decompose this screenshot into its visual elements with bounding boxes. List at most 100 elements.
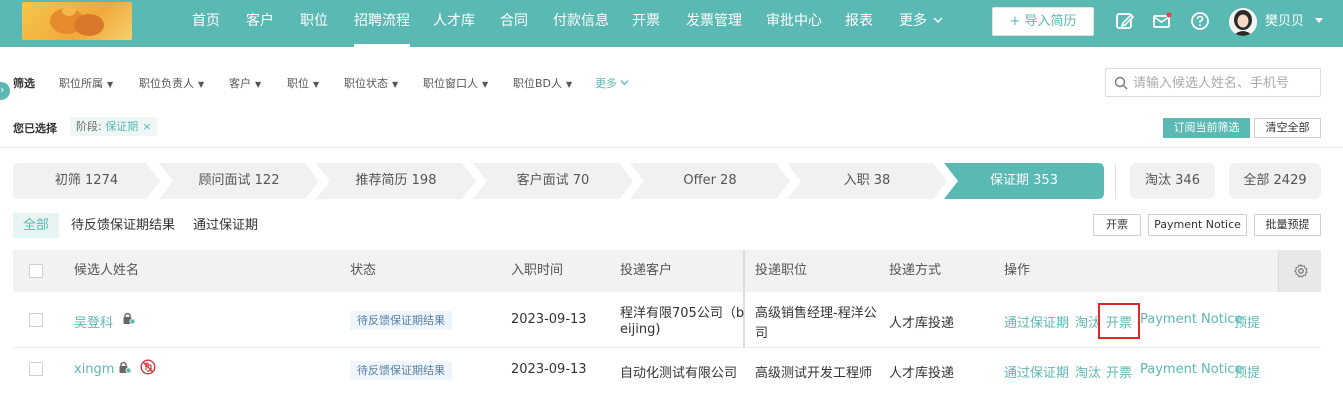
filter-position-status[interactable]: 职位状态 ▼ <box>344 75 398 91</box>
chevron-down-icon <box>620 80 629 86</box>
selected-filter-chip: 阶段: 保证期 × <box>70 117 158 136</box>
search-input[interactable] <box>1133 74 1313 92</box>
candidate-name-link[interactable]: 吴登科 <box>74 312 113 331</box>
nav-reports[interactable]: 报表 <box>845 0 873 47</box>
lock-icon <box>119 361 132 374</box>
filter-label: 职位所属 <box>59 77 103 90</box>
tab-pending-feedback[interactable]: 待反馈保证期结果 <box>71 213 175 238</box>
import-resume-button[interactable]: + 导入简历 <box>992 7 1094 36</box>
edit-icon[interactable] <box>1115 11 1135 31</box>
nav-recruit-flow[interactable]: 招聘流程 <box>354 0 410 47</box>
nav-customers[interactable]: 客户 <box>246 0 274 47</box>
nav-home[interactable]: 首页 <box>192 0 220 47</box>
stage-recommend-resume[interactable]: 推荐简历 198 <box>316 163 476 199</box>
caret-down-icon: ▼ <box>255 80 262 89</box>
no-touch-icon <box>140 359 156 375</box>
close-icon[interactable]: × <box>142 120 151 133</box>
col-actions: 操作 <box>1004 263 1031 278</box>
avatar[interactable] <box>1229 8 1257 36</box>
accrual-link[interactable]: 预提 <box>1234 362 1260 381</box>
accrual-link[interactable]: 预提 <box>1234 312 1260 331</box>
candidate-search[interactable] <box>1105 68 1321 97</box>
subscribe-filter-button[interactable]: 订阅当前筛选 <box>1163 118 1250 138</box>
column-resize-handle[interactable] <box>743 250 745 347</box>
col-position: 投递职位 <box>755 263 808 278</box>
batch-accrual-button[interactable]: 批量预提 <box>1254 214 1321 236</box>
row-checkbox[interactable] <box>29 362 43 376</box>
tab-all[interactable]: 全部 <box>13 213 60 238</box>
filter-more-label: 更多 <box>595 77 617 90</box>
help-icon[interactable] <box>1190 11 1210 31</box>
payment-notice-link[interactable]: Payment Notice <box>1140 312 1243 327</box>
delivery-method: 人才库投递 <box>889 366 955 381</box>
delivery-method: 人才库投递 <box>889 316 955 331</box>
stage-onboard[interactable]: 入职 38 <box>787 163 947 199</box>
payment-notice-button[interactable]: Payment Notice <box>1148 214 1247 236</box>
brand-logo[interactable] <box>22 2 132 40</box>
nav-positions[interactable]: 职位 <box>300 0 328 47</box>
stage-screening[interactable]: 初筛 1274 <box>13 163 160 199</box>
stage-label: 客户面试 70 <box>516 173 590 188</box>
stage-all[interactable]: 全部 2429 <box>1229 163 1321 199</box>
chevron-down-icon <box>933 17 943 23</box>
client-name: 自动化测试有限公司 <box>620 366 738 381</box>
col-method: 投递方式 <box>889 263 942 278</box>
filter-label: 职位BD人 <box>513 77 563 90</box>
nav-invoice-management[interactable]: 发票管理 <box>686 0 742 47</box>
user-menu[interactable]: 樊贝贝 <box>1265 0 1324 43</box>
filter-more[interactable]: 更多 <box>595 75 629 91</box>
col-status: 状态 <box>350 263 377 278</box>
filter-label: 职位 <box>287 77 309 90</box>
stage-consultant-interview[interactable]: 顾问面试 122 <box>159 163 319 199</box>
nav-more[interactable]: 更多 <box>899 0 943 47</box>
mail-icon[interactable] <box>1152 11 1172 31</box>
tab-passed-guarantee[interactable]: 通过保证期 <box>193 213 258 238</box>
nav-payments[interactable]: 付款信息 <box>553 0 609 47</box>
invoice-button[interactable]: 开票 <box>1093 214 1141 236</box>
stage-client-interview[interactable]: 客户面试 70 <box>473 163 633 199</box>
client-name-cont: eijing) <box>620 322 661 337</box>
divider <box>13 347 1321 348</box>
invoice-link[interactable]: 开票 <box>1106 362 1132 381</box>
payment-notice-link[interactable]: Payment Notice <box>1140 362 1243 377</box>
select-all-checkbox[interactable] <box>29 264 43 278</box>
pass-guarantee-link[interactable]: 通过保证期 <box>1004 312 1069 331</box>
stage-label: 保证期 353 <box>990 173 1058 188</box>
stage-offer[interactable]: Offer 28 <box>630 163 790 199</box>
nav-talent-pool[interactable]: 人才库 <box>433 0 475 47</box>
col-candidate-name: 候选人姓名 <box>74 263 140 278</box>
filter-position[interactable]: 职位 ▼ <box>287 75 319 91</box>
top-navbar: 首页 客户 职位 招聘流程 人才库 合同 付款信息 开票 发票管理 审批中心 报… <box>0 0 1343 47</box>
caret-down-icon <box>1315 18 1324 23</box>
caret-down-icon: ▼ <box>313 80 320 89</box>
column-settings[interactable] <box>1278 250 1321 292</box>
pass-guarantee-link[interactable]: 通过保证期 <box>1004 362 1069 381</box>
filter-position-owner[interactable]: 职位所属 ▼ <box>59 75 113 91</box>
stage-label: Offer 28 <box>683 173 737 188</box>
caret-down-icon: ▼ <box>392 80 399 89</box>
chip-value: 保证期 <box>105 120 139 133</box>
stage-guarantee-period[interactable]: 保证期 353 <box>944 163 1104 199</box>
row-checkbox[interactable] <box>29 313 43 327</box>
position-name-cont: 司 <box>755 326 769 341</box>
stage-eliminated[interactable]: 淘汰 346 <box>1130 163 1215 199</box>
chip-label: 阶段: <box>76 120 106 133</box>
nav-invoicing[interactable]: 开票 <box>632 0 660 47</box>
stage-label: 入职 38 <box>843 173 891 188</box>
stage-label: 推荐简历 198 <box>355 173 437 188</box>
selected-filters-title: 您已选择 <box>13 122 57 135</box>
filter-position-manager[interactable]: 职位负责人 ▼ <box>139 75 204 91</box>
nav-approval-center[interactable]: 审批中心 <box>766 0 822 47</box>
filter-position-contact[interactable]: 职位窗口人 ▼ <box>423 75 488 91</box>
position-name: 高级销售经理-程洋公 <box>755 306 877 321</box>
filter-position-bd[interactable]: 职位BD人 ▼ <box>513 75 572 91</box>
username-label: 樊贝贝 <box>1265 14 1305 29</box>
stage-label: 初筛 1274 <box>54 173 119 188</box>
eliminate-link[interactable]: 淘汰 <box>1075 362 1101 381</box>
sidebar-toggle[interactable]: › <box>0 82 10 100</box>
caret-down-icon: ▼ <box>198 80 205 89</box>
clear-all-button[interactable]: 清空全部 <box>1254 118 1321 138</box>
filter-client[interactable]: 客户 ▼ <box>229 75 261 91</box>
nav-contracts[interactable]: 合同 <box>500 0 528 47</box>
candidate-name-link[interactable]: xingm <box>74 362 114 377</box>
